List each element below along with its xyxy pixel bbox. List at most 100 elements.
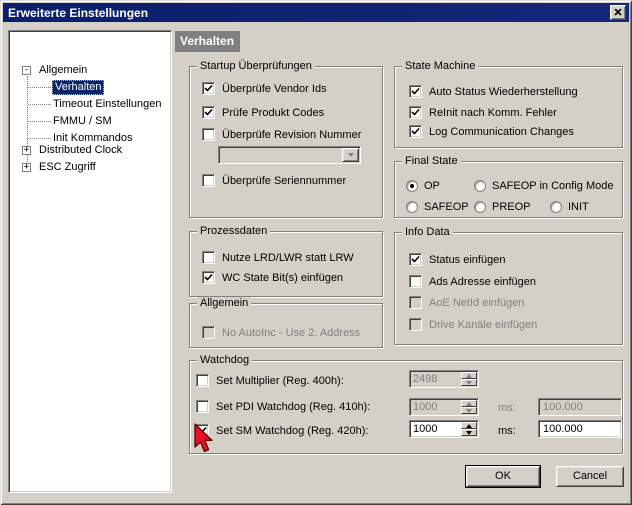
radio-safeop-config-mode[interactable]: SAFEOP in Config Mode — [474, 180, 613, 192]
aoe-netid-label: AoE NetId einfügen — [429, 297, 524, 309]
tree-item-distributed-clock[interactable]: Distributed Clock — [39, 144, 122, 157]
group-title: Watchdog — [197, 354, 252, 367]
group-title: Startup Überprüfungen — [197, 60, 315, 73]
checkbox-unchecked-icon[interactable] — [202, 251, 215, 264]
seriennummer-label: Überprüfe Seriennummer — [222, 175, 346, 187]
set-multiplier-label: Set Multiplier (Reg. 400h): — [216, 375, 344, 387]
tree-connector-hline — [28, 138, 51, 139]
checkbox-unchecked-icon[interactable] — [202, 128, 215, 141]
spin-up-icon[interactable] — [461, 422, 477, 429]
checkbox-unchecked-icon[interactable] — [202, 174, 215, 187]
radio-selected-icon[interactable] — [406, 180, 418, 192]
spin-up-icon — [461, 372, 477, 379]
tree-item-verhalten[interactable]: Verhalten — [52, 80, 104, 95]
settings-tree[interactable]: - Allgemein Verhalten Timeout Einstellun… — [8, 30, 172, 493]
reinit-label: ReInit nach Komm. Fehler — [429, 107, 557, 119]
vendor-ids-label: Überprüfe Vendor Ids — [222, 83, 327, 95]
checkbox-unchecked-icon[interactable] — [409, 275, 422, 288]
spinner-control[interactable] — [461, 422, 477, 436]
checkbox-checked-icon[interactable] — [409, 106, 422, 119]
preop-label: PREOP — [492, 201, 531, 213]
title-bar: Erweiterte Einstellungen — [3, 3, 629, 22]
group-info-data: Info Data Status einfügen Ads Adresse ei… — [394, 226, 623, 345]
radio-unselected-icon[interactable] — [550, 201, 562, 213]
checkbox-checked-icon[interactable] — [409, 85, 422, 98]
revision-combo — [218, 146, 361, 164]
radio-op[interactable]: OP — [406, 180, 440, 192]
page-title: Verhalten — [175, 31, 240, 52]
init-label: INIT — [568, 201, 589, 213]
seriennummer-checkbox-row[interactable]: Überprüfe Seriennummer — [202, 174, 346, 187]
checkbox-checked-icon[interactable] — [202, 106, 215, 119]
produkt-codes-label: Prüfe Produkt Codes — [222, 107, 324, 119]
set-sm-watchdog-label: Set SM Watchdog (Reg. 420h): — [216, 425, 368, 437]
ads-adresse-checkbox-row[interactable]: Ads Adresse einfügen — [409, 275, 536, 288]
radio-unselected-icon[interactable] — [474, 201, 486, 213]
lrd-lwr-checkbox-row[interactable]: Nutze LRD/LWR statt LRW — [202, 251, 354, 264]
auto-status-checkbox-row[interactable]: Auto Status Wiederherstellung — [409, 85, 578, 98]
checkbox-checked-icon[interactable] — [409, 125, 422, 138]
ok-button[interactable]: OK — [466, 466, 540, 487]
spin-down-icon[interactable] — [461, 429, 477, 436]
sm-watchdog-value[interactable]: 1000 — [410, 421, 460, 437]
radio-init[interactable]: INIT — [550, 201, 589, 213]
close-icon — [614, 8, 622, 18]
mouse-cursor-icon — [193, 423, 215, 459]
set-sm-watchdog-checkbox-row[interactable]: Set SM Watchdog (Reg. 420h): — [196, 424, 368, 437]
radio-preop[interactable]: PREOP — [474, 201, 531, 213]
group-title: Prozessdaten — [197, 225, 270, 238]
produkt-codes-checkbox-row[interactable]: Prüfe Produkt Codes — [202, 106, 324, 119]
tree-item-fmmu-sm[interactable]: FMMU / SM — [53, 115, 112, 128]
window-title: Erweiterte Einstellungen — [8, 6, 148, 20]
checkbox-unchecked-icon[interactable] — [196, 374, 209, 387]
tree-connector-hline — [28, 87, 51, 88]
wc-state-checkbox-row[interactable]: WC State Bit(s) einfügen — [202, 271, 343, 284]
dialog-window: Erweiterte Einstellungen - Allgemein Ver… — [0, 0, 632, 505]
wc-state-label: WC State Bit(s) einfügen — [222, 272, 343, 284]
revision-combo-value — [219, 147, 341, 163]
close-button[interactable] — [610, 5, 626, 20]
checkbox-unchecked-icon — [409, 318, 422, 331]
aoe-netid-checkbox-row: AoE NetId einfügen — [409, 296, 524, 309]
pdi-watchdog-spin-edit: 1000 — [409, 398, 479, 416]
tree-item-timeout-einstellungen[interactable]: Timeout Einstellungen — [53, 98, 161, 111]
revision-nummer-checkbox-row[interactable]: Überprüfe Revision Nummer — [202, 128, 361, 141]
vendor-ids-checkbox-row[interactable]: Überprüfe Vendor Ids — [202, 82, 327, 95]
sm-watchdog-spin-edit[interactable]: 1000 — [409, 420, 479, 438]
group-watchdog: Watchdog Set Multiplier (Reg. 400h): 249… — [189, 354, 623, 454]
checkbox-checked-icon[interactable] — [409, 253, 422, 266]
checkbox-checked-icon[interactable] — [202, 271, 215, 284]
group-title: Final State — [402, 155, 461, 168]
tree-connector-hline — [28, 121, 51, 122]
chevron-down-icon — [342, 148, 359, 162]
log-comm-label: Log Communication Changes — [429, 126, 574, 138]
status-einfuegen-checkbox-row[interactable]: Status einfügen — [409, 253, 505, 266]
radio-safeop[interactable]: SAFEOP — [406, 201, 469, 213]
set-multiplier-checkbox-row[interactable]: Set Multiplier (Reg. 400h): — [196, 374, 344, 387]
checkbox-unchecked-icon[interactable] — [196, 400, 209, 413]
checkbox-checked-icon[interactable] — [202, 82, 215, 95]
tree-item-allgemein[interactable]: Allgemein — [39, 64, 87, 77]
spinner-control — [461, 400, 477, 414]
reinit-checkbox-row[interactable]: ReInit nach Komm. Fehler — [409, 106, 557, 119]
tree-connector-hline — [28, 104, 51, 105]
radio-unselected-icon[interactable] — [474, 180, 486, 192]
tree-item-esc-zugriff[interactable]: ESC Zugriff — [39, 161, 96, 174]
expand-icon[interactable]: + — [22, 163, 31, 172]
radio-unselected-icon[interactable] — [406, 201, 418, 213]
pdi-ms-label: ms: — [498, 402, 516, 414]
revision-nummer-label: Überprüfe Revision Nummer — [222, 129, 361, 141]
log-comm-checkbox-row[interactable]: Log Communication Changes — [409, 125, 574, 138]
collapse-icon[interactable]: - — [22, 66, 31, 75]
cancel-button[interactable]: Cancel — [556, 466, 624, 487]
spin-down-icon — [461, 407, 477, 414]
group-title: State Machine — [402, 60, 478, 73]
drive-kanaele-checkbox-row: Drive Kanäle einfügen — [409, 318, 537, 331]
sm-ms-label: ms: — [498, 425, 516, 437]
checkbox-unchecked-icon — [202, 326, 215, 339]
group-frame — [189, 231, 383, 297]
status-einfuegen-label: Status einfügen — [429, 254, 505, 266]
set-pdi-watchdog-checkbox-row[interactable]: Set PDI Watchdog (Reg. 410h): — [196, 400, 370, 413]
safeop-config-label: SAFEOP in Config Mode — [492, 180, 613, 192]
expand-icon[interactable]: + — [22, 146, 31, 155]
